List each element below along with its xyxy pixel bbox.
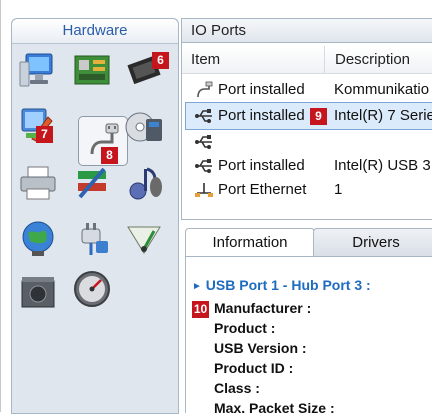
port-row[interactable]: Port installed Intel(R) USB 3. (186, 153, 432, 179)
callout-badge-8: 8 (101, 147, 118, 164)
network-cable-icon[interactable] (72, 163, 112, 203)
information-panel: ► USB Port 1 - Hub Port 3 : 10 Manufactu… (185, 256, 432, 416)
usb-port-heading: USB Port 1 - Hub Port 3 : (205, 277, 371, 293)
property-usb-version: USB Version : (214, 340, 307, 356)
ethernet-icon (195, 183, 213, 197)
callout-badge-9: 9 (310, 108, 327, 125)
audio-icon[interactable] (124, 163, 164, 203)
port-item-label: Port Ethernet (218, 181, 307, 198)
bullet-arrow-icon: ► (192, 281, 202, 292)
callout-badge-6: 6 (152, 52, 169, 69)
app-window: Hardware 6 7 8 IO Ports Item Description… (0, 0, 432, 416)
power-supply-icon[interactable] (18, 273, 58, 313)
tab-information[interactable]: Information (185, 228, 315, 257)
port-description: Intel(R) USB 3. (334, 157, 432, 174)
monitor-icon[interactable] (18, 50, 58, 90)
speedometer-icon[interactable] (72, 269, 112, 309)
internet-globe-icon[interactable] (18, 219, 58, 259)
property-product-id: Product ID : (214, 360, 294, 376)
printer-icon[interactable] (18, 163, 58, 203)
port-row[interactable] (186, 129, 432, 155)
callout-badge-7: 7 (36, 126, 53, 143)
port-item-label: Port installed (218, 81, 305, 98)
io-ports-panel: IO Ports Item Description Port installed… (181, 18, 432, 220)
port-description: Intel(R) 7 Serie (334, 107, 432, 124)
detail-tabs: Information Drivers (181, 228, 432, 257)
property-product: Product : (214, 320, 276, 336)
hardware-panel: Hardware 6 7 8 (11, 18, 179, 414)
property-manufacturer: Manufacturer : (214, 300, 312, 316)
callout-badge-10: 10 (192, 301, 209, 318)
port-item-label: Port installed (218, 107, 305, 124)
usb-icon (195, 109, 212, 123)
hardware-panel-title: Hardware (12, 19, 178, 44)
usb-icon (195, 159, 212, 173)
port-row[interactable]: Port Ethernet 1 (186, 177, 432, 203)
power-plug-icon[interactable] (72, 219, 112, 259)
signal-meter-icon[interactable] (124, 219, 164, 259)
column-header-description[interactable]: Description (324, 46, 432, 74)
port-row-selected[interactable]: Port installed Intel(R) 7 Serie (185, 102, 432, 130)
property-class: Class : (214, 380, 260, 396)
usb-icon (195, 135, 212, 149)
port-description: Kommunikatio (334, 81, 430, 98)
port-row[interactable]: Port installed Kommunikatio (186, 77, 432, 103)
tab-drivers[interactable]: Drivers (313, 228, 432, 257)
disk-drive-icon[interactable] (124, 107, 164, 147)
info-section-header: ► USB Port 1 - Hub Port 3 : (192, 277, 371, 293)
property-max-packet-size: Max. Packet Size : (214, 400, 335, 416)
port-item-label: Port installed (218, 157, 305, 174)
motherboard-icon[interactable] (72, 50, 112, 90)
port-icon (197, 81, 213, 98)
io-ports-title: IO Ports (182, 19, 432, 43)
column-header-item[interactable]: Item (182, 46, 324, 74)
port-description: 1 (334, 181, 343, 198)
